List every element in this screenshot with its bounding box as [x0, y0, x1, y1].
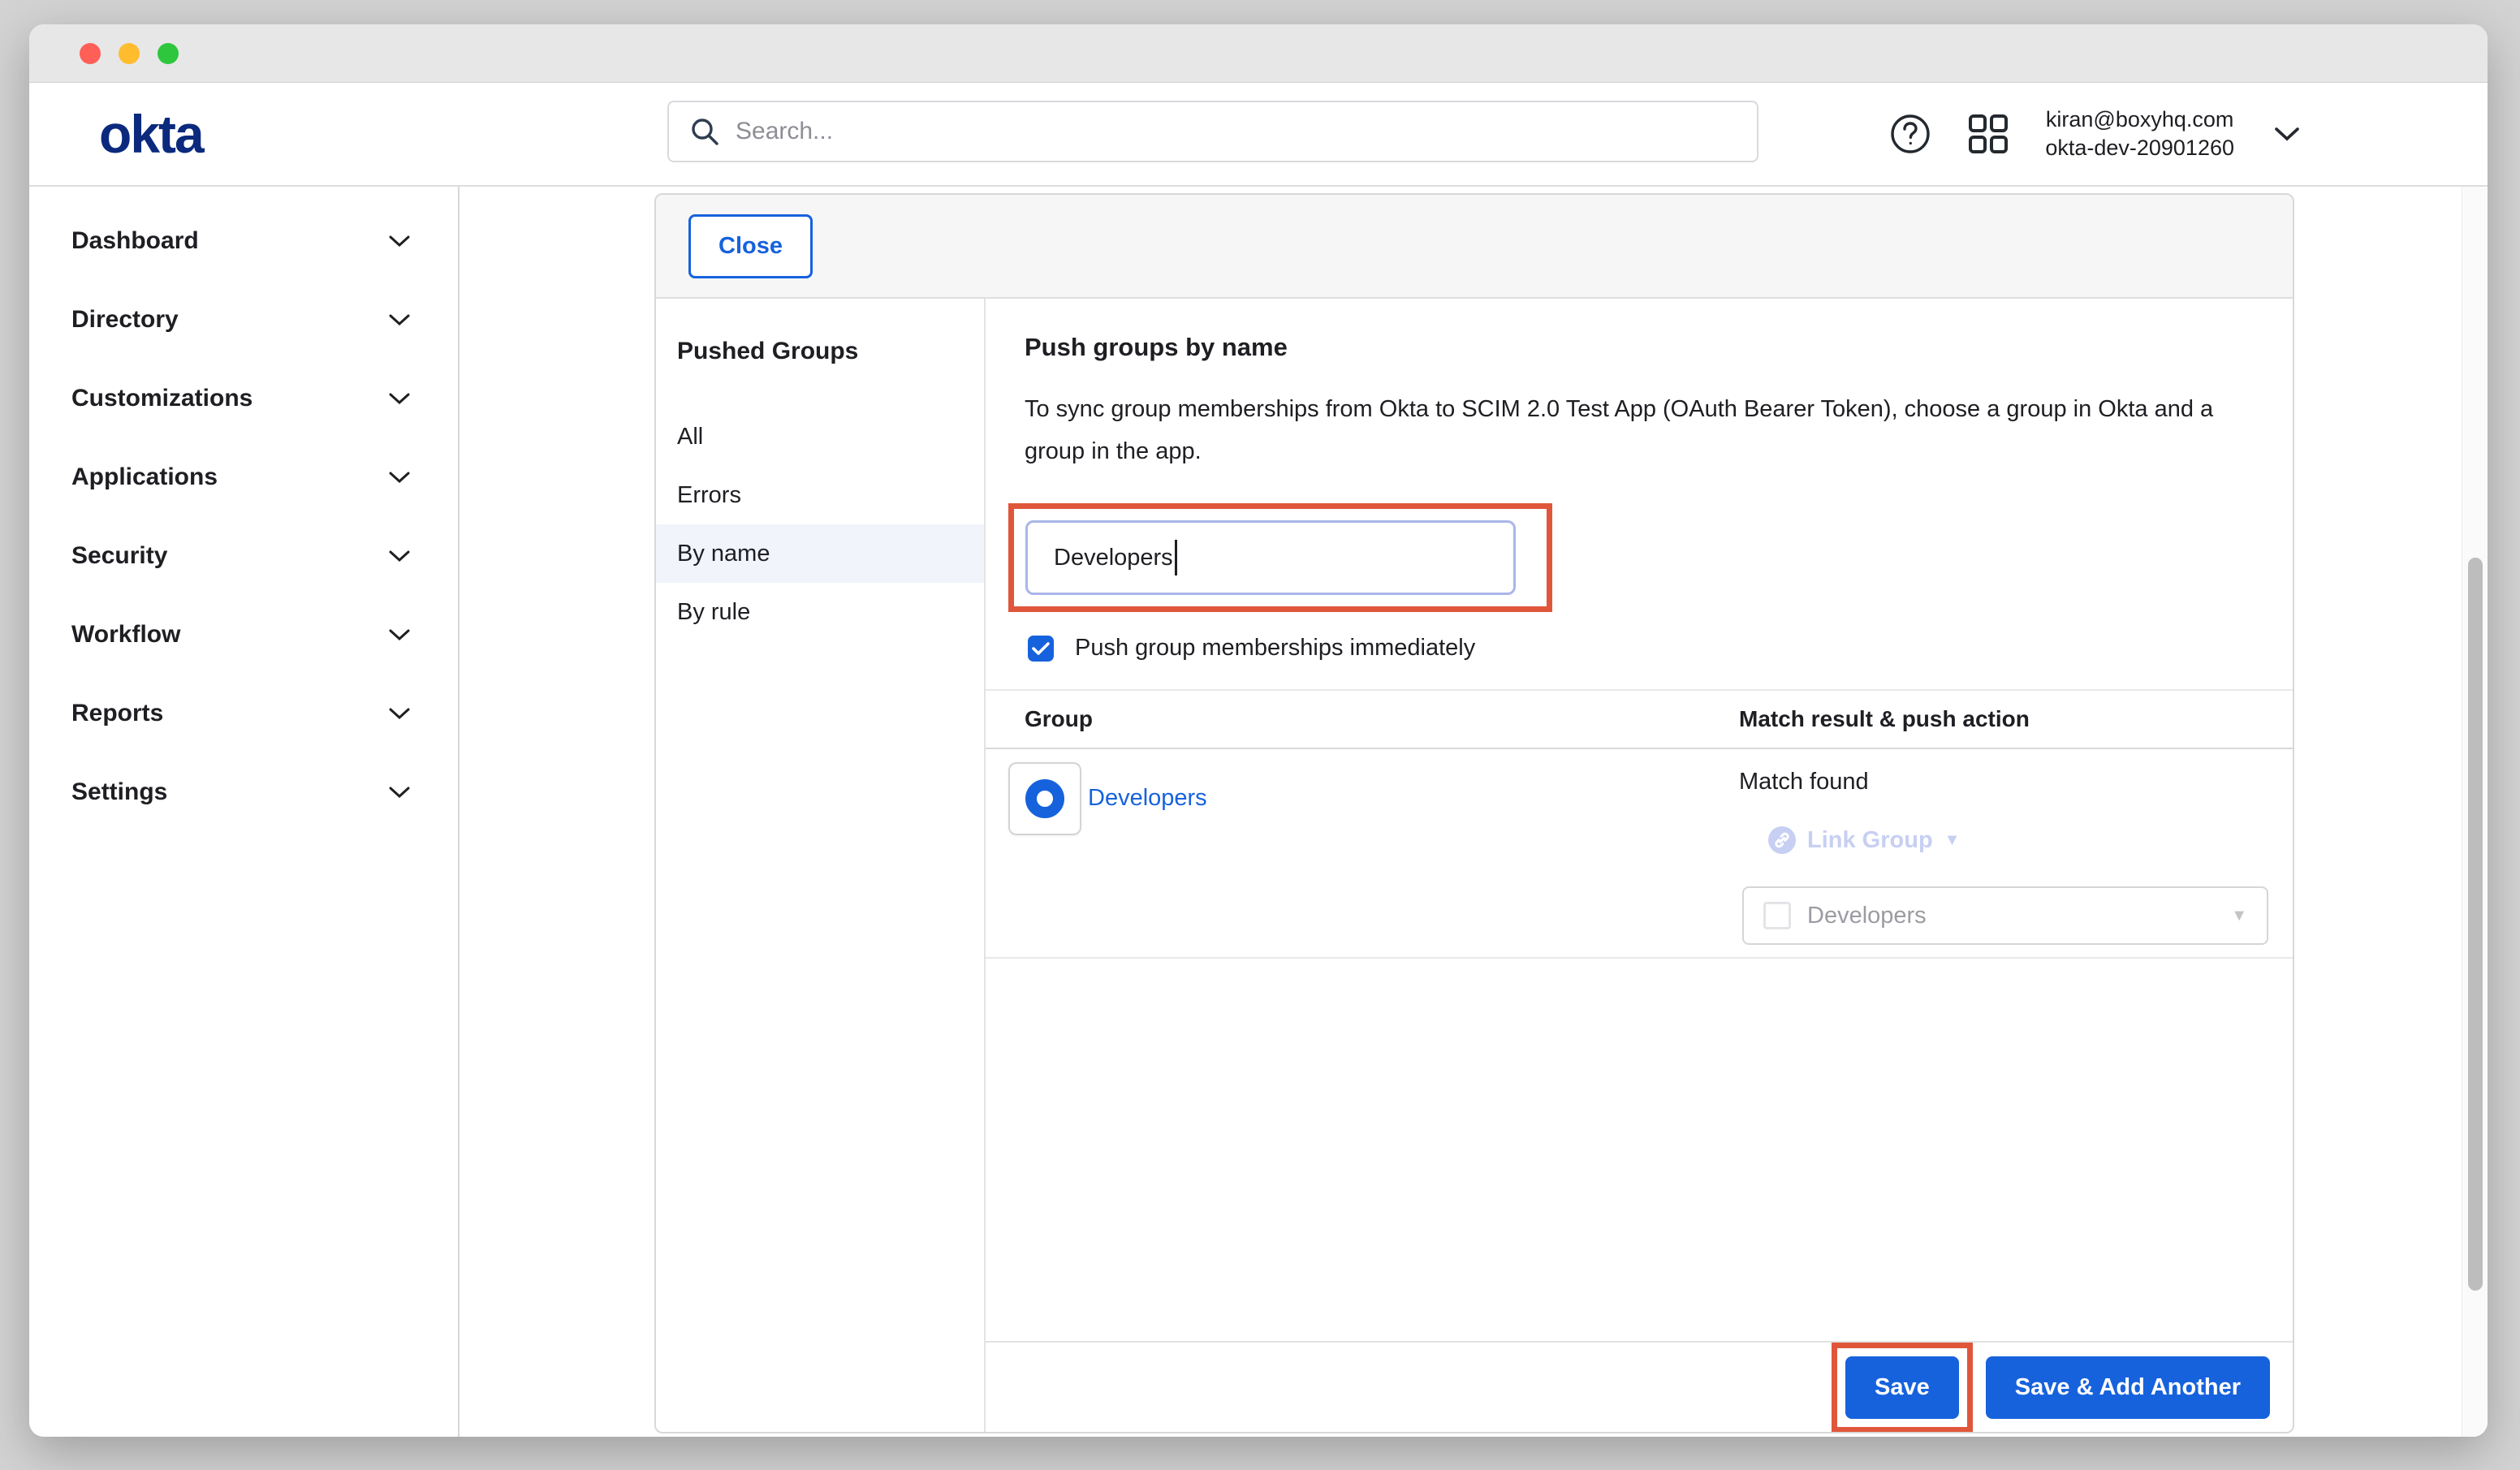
- app-window: okta: [29, 24, 2488, 1437]
- push-immediately-checkbox[interactable]: [1028, 636, 1054, 662]
- apps-grid-icon[interactable]: [1966, 111, 2011, 157]
- save-button[interactable]: Save: [1845, 1356, 1959, 1419]
- chevron-down-icon: [388, 313, 411, 327]
- user-email: kiran@boxyhq.com: [2045, 106, 2234, 134]
- check-icon: [1032, 641, 1050, 656]
- annotation-highlight-save: Save: [1832, 1343, 1973, 1433]
- app-group-select[interactable]: Developers ▼: [1742, 886, 2268, 945]
- app-group-placeholder-icon: [1763, 902, 1791, 929]
- subnav-item-by-name[interactable]: By name: [656, 524, 984, 583]
- search-input[interactable]: [736, 118, 1737, 145]
- select-caret-icon: ▼: [2231, 907, 2247, 925]
- column-header-group: Group: [1025, 706, 1093, 731]
- scrollbar-thumb[interactable]: [2468, 558, 2483, 1291]
- global-search[interactable]: [667, 101, 1758, 162]
- push-groups-form: Push groups by name To sync group member…: [986, 299, 2293, 1432]
- save-add-another-button[interactable]: Save & Add Another: [1986, 1356, 2270, 1419]
- app-header: okta: [29, 83, 2488, 187]
- match-result-text: Match found: [1739, 769, 2293, 795]
- table-row: Developers Match found: [986, 749, 2293, 959]
- chevron-down-icon: [388, 706, 411, 721]
- sidebar-item-customizations[interactable]: Customizations: [29, 359, 458, 438]
- subnav-title: Pushed Groups: [656, 338, 984, 365]
- sidebar-item-applications[interactable]: Applications: [29, 438, 458, 516]
- link-icon: [1768, 826, 1796, 854]
- window-titlebar: [29, 24, 2488, 83]
- sidebar-item-directory[interactable]: Directory: [29, 280, 458, 359]
- sidebar-nav: Dashboard Directory Customizations Appli…: [29, 187, 460, 1437]
- minimize-window-icon[interactable]: [119, 43, 140, 64]
- close-button[interactable]: Close: [688, 214, 813, 278]
- annotation-highlight-input: Developers: [1008, 503, 1552, 612]
- chevron-down-icon: [388, 470, 411, 485]
- sidebar-item-security[interactable]: Security: [29, 516, 458, 595]
- link-group-caret-icon: ▼: [1944, 831, 1961, 850]
- chevron-down-icon: [388, 627, 411, 642]
- close-window-icon[interactable]: [80, 43, 101, 64]
- dialog-footer: Save Save & Add Another: [986, 1341, 2293, 1432]
- group-name-link[interactable]: Developers: [1088, 785, 1207, 812]
- user-account-menu[interactable]: kiran@boxyhq.com okta-dev-20901260: [2045, 106, 2234, 162]
- org-name: okta-dev-20901260: [2045, 134, 2234, 162]
- column-header-match: Match result & push action: [1739, 706, 2030, 731]
- form-title: Push groups by name: [1025, 333, 2293, 362]
- chevron-down-icon: [388, 391, 411, 406]
- main-content: Close Pushed Groups All Errors By name B…: [460, 187, 2488, 1437]
- group-avatar: [1008, 762, 1081, 835]
- group-icon: [1025, 779, 1064, 818]
- help-icon[interactable]: [1889, 113, 1931, 155]
- group-input-value: Developers: [1054, 545, 1173, 571]
- app-group-selected-value: Developers: [1807, 903, 2215, 929]
- sidebar-item-settings[interactable]: Settings: [29, 752, 458, 831]
- vertical-scrollbar[interactable]: [2462, 187, 2488, 1437]
- pushed-groups-dialog: Close Pushed Groups All Errors By name B…: [654, 193, 2294, 1433]
- link-group-dropdown-trigger[interactable]: Link Group ▼: [1768, 826, 2293, 854]
- account-chevron-down-icon[interactable]: [2273, 125, 2301, 143]
- sidebar-item-dashboard[interactable]: Dashboard: [29, 201, 458, 280]
- maximize-window-icon[interactable]: [158, 43, 179, 64]
- chevron-down-icon: [388, 234, 411, 248]
- text-cursor: [1175, 540, 1177, 575]
- subnav-item-errors[interactable]: Errors: [656, 466, 984, 524]
- table-header: Group Match result & push action: [986, 691, 2293, 749]
- link-group-label: Link Group: [1807, 827, 1933, 854]
- push-immediately-label: Push group memberships immediately: [1075, 635, 1475, 662]
- sidebar-item-workflow[interactable]: Workflow: [29, 595, 458, 674]
- subnav-item-by-rule[interactable]: By rule: [656, 583, 984, 641]
- group-name-input[interactable]: Developers: [1025, 520, 1516, 595]
- okta-logo: okta: [99, 103, 203, 165]
- search-icon: [688, 115, 721, 148]
- subnav-item-all[interactable]: All: [656, 407, 984, 466]
- dialog-header: Close: [656, 195, 2293, 299]
- chevron-down-icon: [388, 549, 411, 563]
- chevron-down-icon: [388, 785, 411, 800]
- form-description: To sync group memberships from Okta to S…: [1025, 388, 2254, 472]
- pushed-groups-subnav: Pushed Groups All Errors By name By rule: [656, 299, 986, 1432]
- sidebar-item-reports[interactable]: Reports: [29, 674, 458, 752]
